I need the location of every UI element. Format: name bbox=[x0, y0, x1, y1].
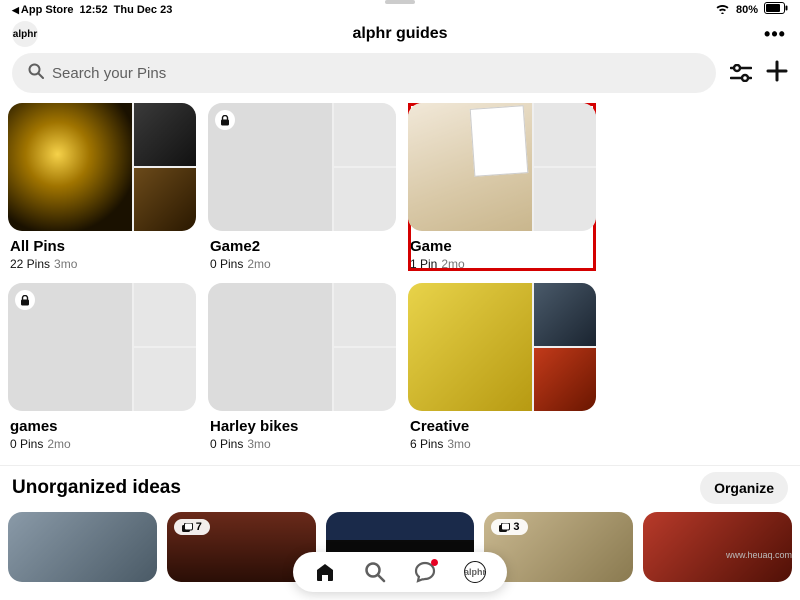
stack-icon bbox=[499, 523, 510, 532]
boards-grid: All Pins 22 Pins3mo Game2 0 Pins2mo Game 1 Pi… bbox=[0, 103, 800, 465]
search-icon bbox=[28, 63, 44, 83]
board-title: Game2 bbox=[210, 238, 394, 255]
battery-icon bbox=[764, 2, 788, 17]
nav-profile[interactable]: alphr bbox=[463, 560, 487, 584]
idea-card[interactable] bbox=[643, 512, 792, 582]
section-title: Unorganized ideas bbox=[12, 477, 181, 499]
back-to-app[interactable]: App Store bbox=[12, 4, 73, 16]
board-card[interactable]: Game 1 Pin2mo bbox=[408, 103, 596, 271]
board-cover bbox=[208, 103, 396, 231]
board-cover bbox=[8, 283, 196, 411]
nav-avatar: alphr bbox=[464, 561, 486, 583]
board-meta: 6 Pins3mo bbox=[410, 437, 594, 451]
lock-icon bbox=[215, 110, 235, 130]
lock-icon bbox=[15, 290, 35, 310]
bottom-nav: alphr bbox=[293, 552, 507, 592]
section-header: Unorganized ideas Organize bbox=[0, 465, 800, 512]
idea-card[interactable] bbox=[8, 512, 157, 582]
stack-icon bbox=[182, 523, 193, 532]
board-meta: 0 Pins3mo bbox=[210, 437, 394, 451]
board-title: games bbox=[10, 418, 194, 435]
board-title: Harley bikes bbox=[210, 418, 394, 435]
battery-percent: 80% bbox=[736, 4, 758, 16]
board-meta: 0 Pins2mo bbox=[210, 257, 394, 271]
page-title: alphr guides bbox=[38, 25, 762, 43]
board-title: Game bbox=[410, 238, 594, 255]
avatar[interactable]: alphr bbox=[12, 21, 38, 47]
header: alphr alphr guides ••• bbox=[0, 19, 800, 53]
more-button[interactable]: ••• bbox=[762, 24, 788, 45]
organize-button[interactable]: Organize bbox=[700, 472, 788, 504]
board-card[interactable]: Game2 0 Pins2mo bbox=[208, 103, 396, 271]
board-cover bbox=[8, 103, 196, 231]
search-input[interactable]: Search your Pins bbox=[12, 53, 716, 93]
board-meta: 22 Pins3mo bbox=[10, 257, 194, 271]
notification-dot-icon bbox=[431, 559, 438, 566]
board-card[interactable]: games 0 Pins2mo bbox=[8, 283, 196, 451]
stack-badge: 3 bbox=[491, 519, 527, 535]
board-meta: 0 Pins2mo bbox=[10, 437, 194, 451]
board-title: All Pins bbox=[10, 238, 194, 255]
status-date: Thu Dec 23 bbox=[114, 4, 173, 16]
board-cover bbox=[208, 283, 396, 411]
drag-handle-icon[interactable] bbox=[385, 0, 415, 4]
nav-search[interactable] bbox=[363, 560, 387, 584]
filter-button[interactable] bbox=[730, 64, 752, 82]
wifi-icon bbox=[715, 3, 730, 17]
board-card[interactable]: All Pins 22 Pins3mo bbox=[8, 103, 196, 271]
nav-home[interactable] bbox=[313, 560, 337, 584]
status-bar: App Store 12:52 Thu Dec 23 80% bbox=[0, 0, 800, 19]
watermark: www.heuaq.com bbox=[726, 550, 792, 560]
board-meta: 1 Pin2mo bbox=[410, 257, 594, 271]
board-card[interactable]: Harley bikes 0 Pins3mo bbox=[208, 283, 396, 451]
board-card[interactable]: Creative 6 Pins3mo bbox=[408, 283, 596, 451]
status-time: 12:52 bbox=[79, 4, 107, 16]
add-button[interactable] bbox=[766, 60, 788, 87]
board-cover bbox=[408, 283, 596, 411]
board-title: Creative bbox=[410, 418, 594, 435]
nav-messages[interactable] bbox=[413, 560, 437, 584]
board-cover bbox=[408, 103, 596, 231]
stack-badge: 7 bbox=[174, 519, 210, 535]
search-placeholder: Search your Pins bbox=[52, 65, 166, 82]
